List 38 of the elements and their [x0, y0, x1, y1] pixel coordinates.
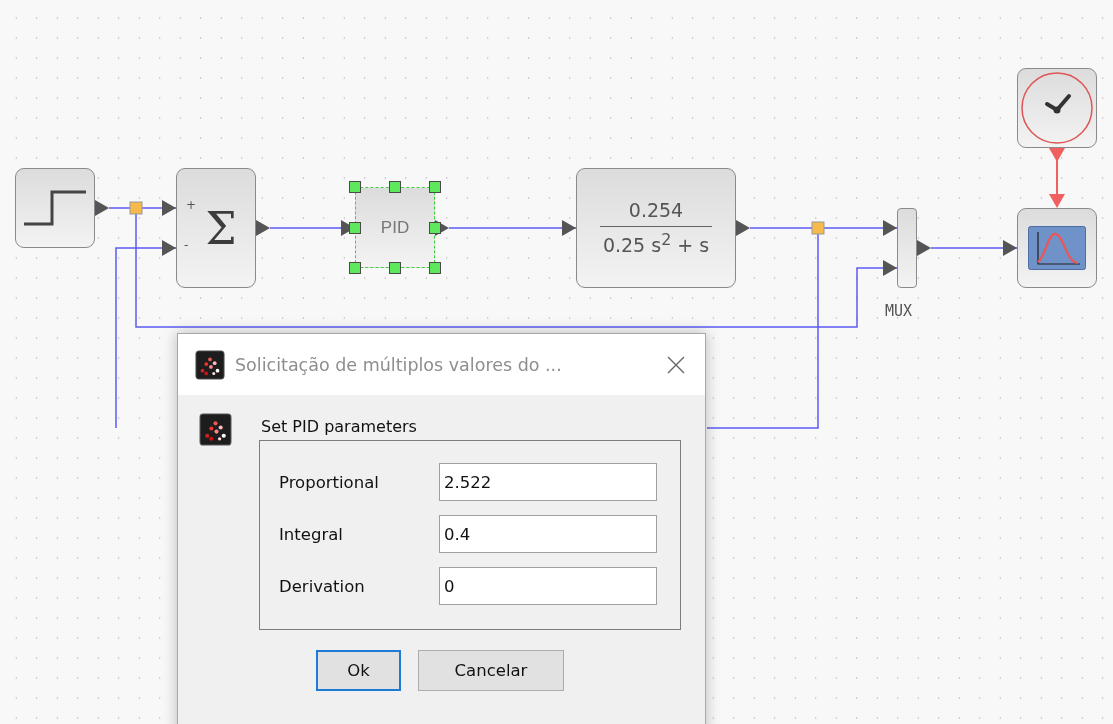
- clock-icon: [1019, 70, 1095, 146]
- input-field[interactable]: 2.522: [439, 463, 657, 501]
- step-block[interactable]: [15, 168, 95, 248]
- mux-label: MUX: [885, 302, 913, 320]
- field-label: Integral: [279, 524, 344, 544]
- input-field[interactable]: 0: [439, 567, 657, 605]
- ok-button[interactable]: Ok: [316, 650, 401, 691]
- resize-handle[interactable]: [389, 262, 401, 274]
- pid-block[interactable]: PID: [355, 187, 435, 268]
- field-label: Derivation: [279, 576, 366, 596]
- app-icon: [195, 349, 225, 380]
- scope-icon: [1028, 226, 1086, 270]
- cancel-button[interactable]: Cancelar: [418, 650, 564, 691]
- resize-handle[interactable]: [349, 262, 361, 274]
- dialog-title: Solicitação de múltiplos valores do ...: [235, 354, 563, 375]
- input-field[interactable]: 0.4: [439, 515, 657, 553]
- transfer-function-block[interactable]: 0.254 0.25 s$^{2}$ + s: [576, 168, 736, 288]
- dialog-heading: Set PID parameters: [261, 417, 418, 436]
- app-icon: [199, 413, 232, 446]
- denominator: 0.25 s$^{2}$ + s: [602, 231, 710, 256]
- resize-handle[interactable]: [429, 181, 441, 193]
- resize-handle[interactable]: [349, 221, 361, 234]
- clock-block[interactable]: [1017, 68, 1097, 148]
- mux-block[interactable]: [897, 208, 917, 288]
- resize-handle[interactable]: [389, 181, 401, 193]
- sign-label: +: [186, 198, 197, 212]
- resize-handle[interactable]: [349, 181, 361, 193]
- event-link-line: [1049, 147, 1065, 208]
- numerator: 0.254: [628, 200, 684, 220]
- split-point: [811, 221, 825, 235]
- sum-symbol: Σ: [205, 202, 237, 254]
- step-icon: [22, 188, 88, 228]
- close-icon: [666, 354, 686, 375]
- resize-handle[interactable]: [429, 262, 441, 274]
- field-label: Proportional: [279, 472, 380, 492]
- split-point: [129, 201, 143, 215]
- scope-block[interactable]: [1017, 208, 1097, 288]
- sign-label: -: [184, 238, 189, 252]
